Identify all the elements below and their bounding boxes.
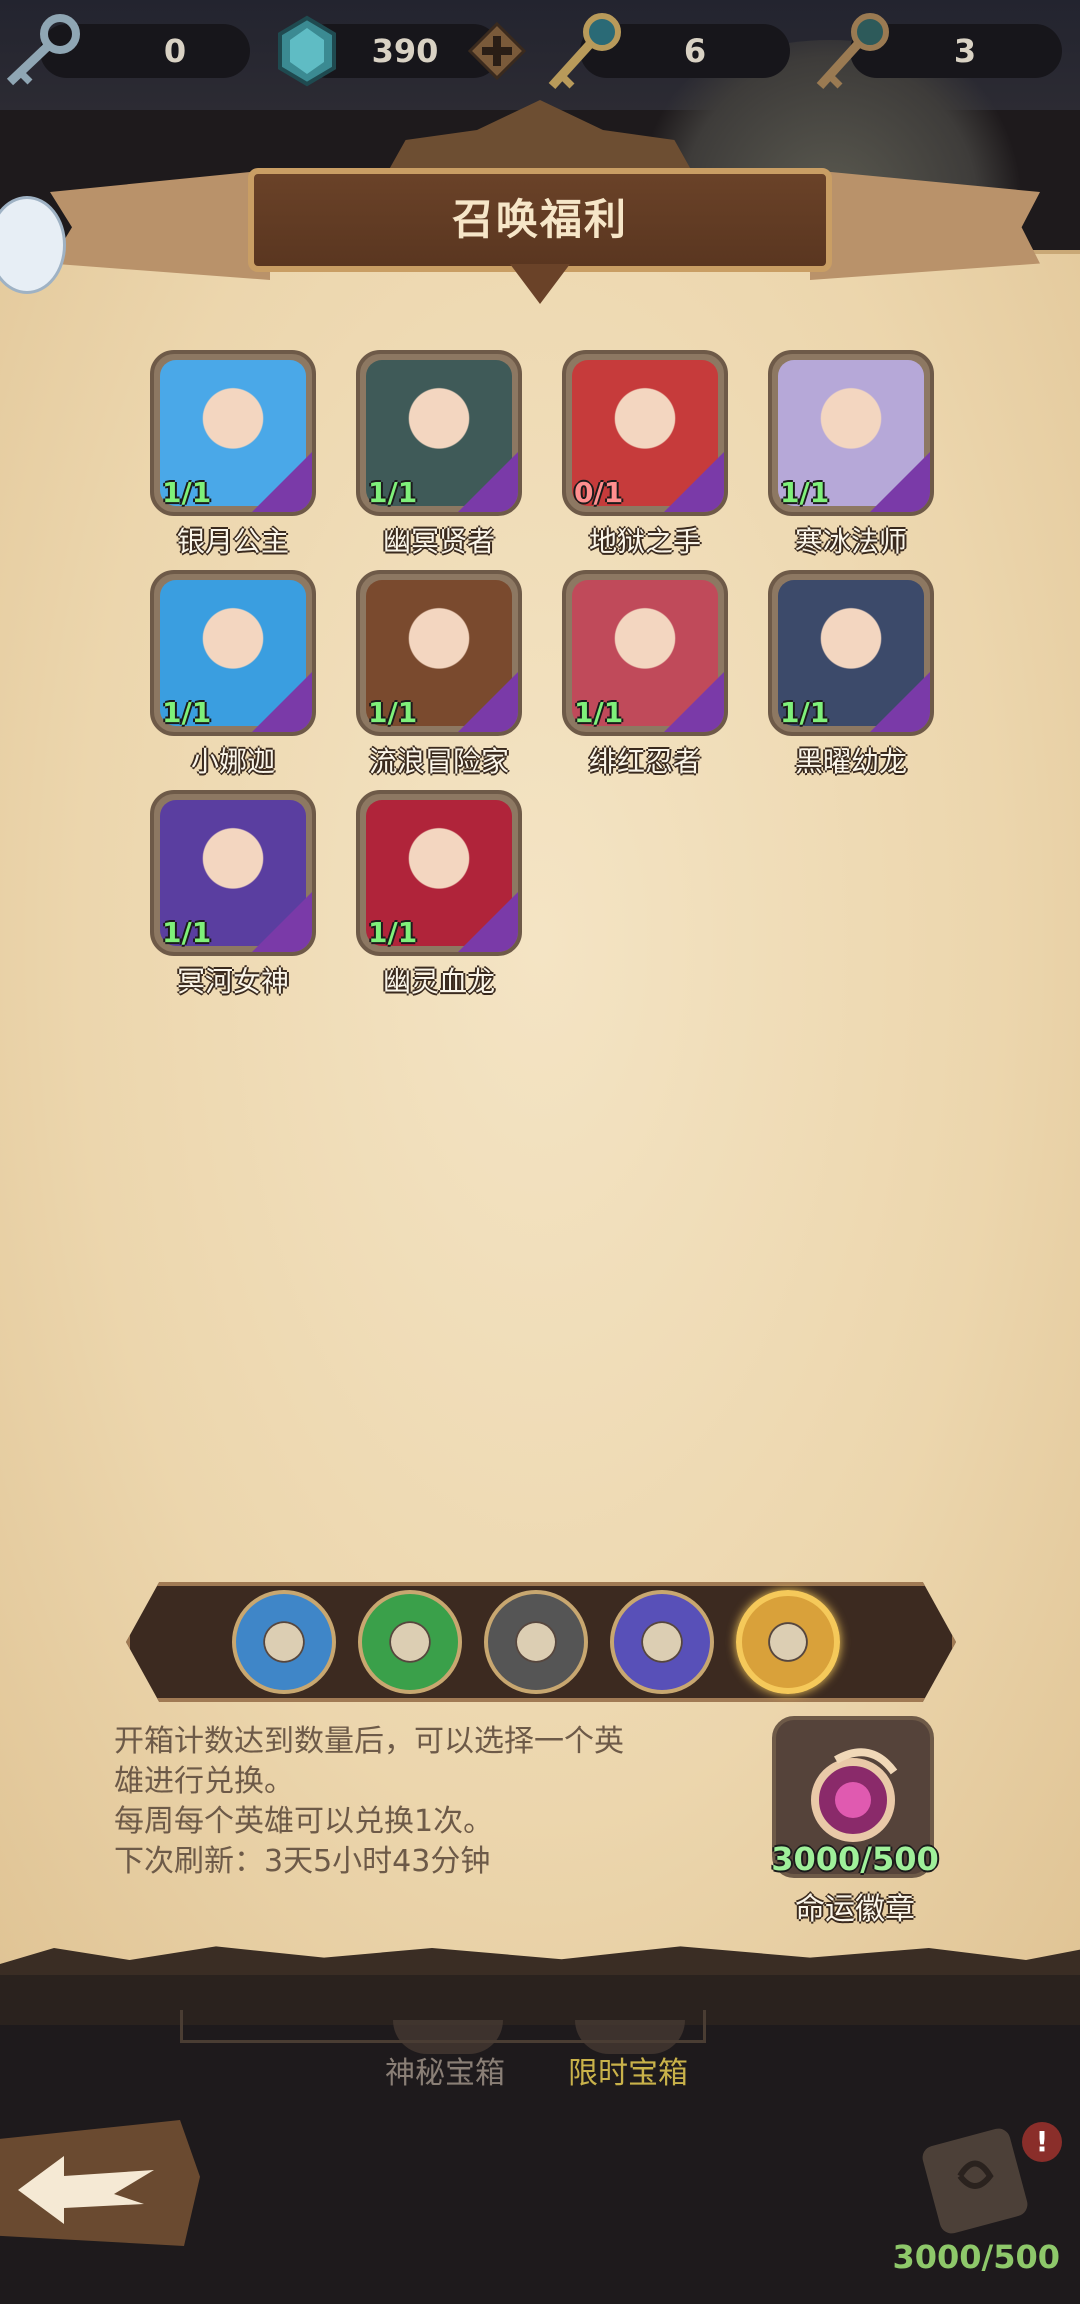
- hero-portrait-frame: 1/1: [150, 570, 316, 736]
- hero-name: 小娜迦: [190, 745, 275, 778]
- hero-portrait-frame: 1/1: [768, 350, 934, 516]
- currency-value: 390: [371, 32, 439, 70]
- hero-name: 黑曜幼龙: [794, 745, 907, 778]
- currency-value: 0: [163, 32, 187, 70]
- hero-portrait-frame: 1/1: [150, 790, 316, 956]
- moon-category-button[interactable]: [358, 1590, 462, 1694]
- alert-badge-icon: !: [1022, 2122, 1062, 2162]
- hero-name: 绯红忍者: [588, 745, 701, 778]
- refresh-timer: 下次刷新：3天5小时43分钟: [114, 1844, 491, 1879]
- hero-name: 流浪冒险家: [368, 745, 509, 778]
- hero-name: 冥河女神: [176, 965, 289, 998]
- hero-portrait-frame: 1/1: [356, 350, 522, 516]
- hero-portrait-frame: 0/1: [562, 350, 728, 516]
- hero-name: 幽灵血龙: [382, 965, 495, 998]
- exchange-info: 开箱计数达到数量后，可以选择一个英 雄进行兑换。 每周每个英雄可以兑换1次。 下…: [114, 1722, 714, 1882]
- back-arrow-icon: [18, 2156, 154, 2224]
- moon-icon: [390, 1622, 430, 1662]
- page-title: 召唤福利: [451, 195, 628, 244]
- hero-exchange-count: 0/1: [574, 476, 624, 509]
- flame-spirit-icon: [642, 1622, 682, 1662]
- info-line: 每周每个英雄可以兑换1次。: [114, 1804, 494, 1839]
- winged-emblem-category-button[interactable]: [736, 1590, 840, 1694]
- hero-portrait-frame: 1/1: [562, 570, 728, 736]
- add-gem-button[interactable]: [468, 22, 526, 80]
- hero-exchange-count: 1/1: [780, 476, 830, 509]
- currency-value: 6: [683, 32, 707, 70]
- hero-portrait-frame: 1/1: [356, 790, 522, 956]
- hero-portrait-frame: 1/1: [356, 570, 522, 736]
- badge-count: 3000/500: [771, 1840, 939, 1878]
- gem-icon: [278, 15, 336, 87]
- title-banner: 召唤福利: [248, 168, 832, 272]
- hero-exchange-count: 1/1: [574, 696, 624, 729]
- crown-category-button[interactable]: [232, 1590, 336, 1694]
- hero-exchange-count: 1/1: [368, 476, 418, 509]
- hero-exchange-count: 1/1: [162, 696, 212, 729]
- hero-portrait-frame: 1/1: [150, 350, 316, 516]
- hero-exchange-count: 1/1: [368, 916, 418, 949]
- currency-value: 3: [953, 32, 977, 70]
- hero-exchange-count: 1/1: [162, 476, 212, 509]
- teal-key-icon: [548, 13, 621, 90]
- crown-icon: [264, 1622, 304, 1662]
- silver-key-icon: [6, 14, 80, 86]
- eye-icon: [516, 1622, 556, 1662]
- hero-name: 幽冥贤者: [382, 525, 495, 558]
- hero-exchange-count: 1/1: [368, 696, 418, 729]
- hero-portrait-frame: 1/1: [768, 570, 934, 736]
- tab-mystery-chest[interactable]: 神秘宝箱: [385, 2048, 505, 2092]
- badge-name: 命运徽章: [795, 1892, 915, 1927]
- bronze-key-icon: [816, 13, 889, 90]
- hero-name: 银月公主: [176, 525, 289, 558]
- flame-spirit-category-button[interactable]: [610, 1590, 714, 1694]
- bottom-currency-count: 3000/500: [892, 2238, 1060, 2276]
- tab-limited-chest[interactable]: 限时宝箱: [568, 2048, 688, 2092]
- hero-name: 寒冰法师: [794, 525, 907, 558]
- hero-name: 地狱之手: [588, 525, 701, 558]
- hero-exchange-count: 1/1: [780, 696, 830, 729]
- eye-category-button[interactable]: [484, 1590, 588, 1694]
- info-line: 开箱计数达到数量后，可以选择一个英: [114, 1724, 624, 1759]
- info-line: 雄进行兑换。: [114, 1764, 294, 1799]
- banner-ribbon-left: [50, 170, 270, 280]
- winged-emblem-icon: [769, 1623, 807, 1661]
- hero-exchange-count: 1/1: [162, 916, 212, 949]
